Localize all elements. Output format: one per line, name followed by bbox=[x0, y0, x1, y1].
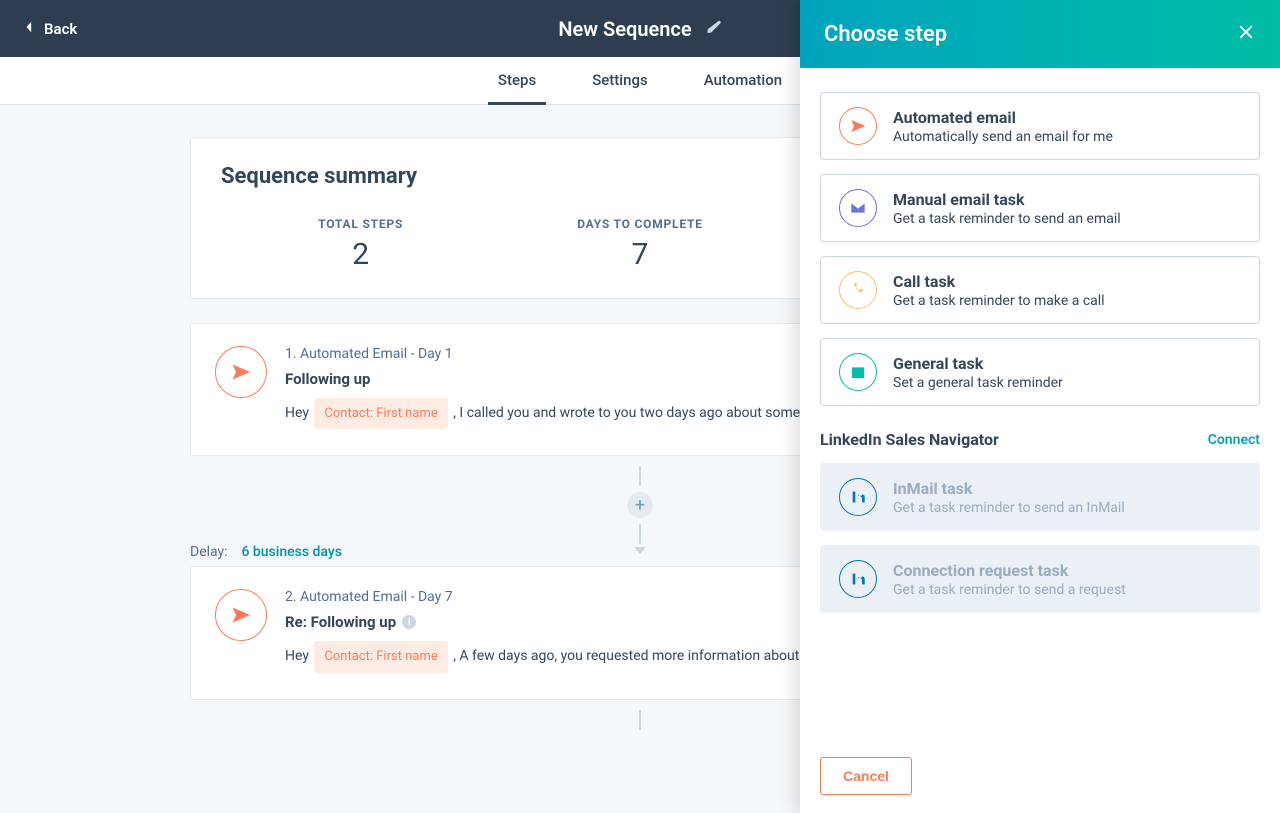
linkedin-icon bbox=[839, 560, 877, 598]
body-prefix: Hey bbox=[285, 648, 312, 664]
body-prefix: Hey bbox=[285, 405, 312, 421]
phone-icon bbox=[839, 271, 877, 309]
delay-prefix: Delay: bbox=[190, 544, 228, 560]
panel-title: Choose step bbox=[824, 22, 947, 47]
body-suffix: , A few days ago, you requested more inf… bbox=[453, 648, 799, 664]
pencil-icon[interactable] bbox=[706, 19, 722, 39]
option-desc: Set a general task reminder bbox=[893, 375, 1241, 391]
linkedin-section-title: LinkedIn Sales Navigator bbox=[820, 430, 999, 449]
delay-label: Delay: 6 business days bbox=[190, 544, 342, 560]
add-step-button[interactable]: + bbox=[627, 492, 653, 518]
send-icon bbox=[215, 346, 267, 398]
tab-automation[interactable]: Automation bbox=[676, 57, 810, 104]
stat-label: TOTAL STEPS bbox=[221, 217, 500, 231]
stat-label: DAYS TO COMPLETE bbox=[500, 217, 779, 231]
panel-footer: Cancel bbox=[800, 739, 1280, 813]
choose-step-panel: Choose step Automated email Automaticall… bbox=[800, 0, 1280, 813]
back-label: Back bbox=[44, 20, 77, 38]
stat-total-steps: TOTAL STEPS 2 bbox=[221, 217, 500, 272]
option-title: Automated email bbox=[893, 108, 1241, 127]
stat-value: 2 bbox=[221, 237, 500, 272]
close-button[interactable] bbox=[1236, 22, 1256, 46]
option-desc: Get a task reminder to send an InMail bbox=[893, 500, 1241, 516]
tab-steps[interactable]: Steps bbox=[470, 57, 564, 104]
calendar-icon bbox=[839, 353, 877, 391]
chevron-left-icon bbox=[22, 20, 36, 38]
tab-settings[interactable]: Settings bbox=[564, 57, 676, 104]
option-manual-email[interactable]: Manual email task Get a task reminder to… bbox=[820, 174, 1260, 242]
send-icon bbox=[839, 107, 877, 145]
connect-link[interactable]: Connect bbox=[1208, 432, 1260, 448]
linkedin-section-head: LinkedIn Sales Navigator Connect bbox=[820, 430, 1260, 449]
arrow-down-icon bbox=[632, 540, 648, 556]
option-text: Automated email Automatically send an em… bbox=[893, 108, 1241, 145]
contact-token: Contact: First name bbox=[314, 641, 447, 672]
option-general-task[interactable]: General task Set a general task reminder bbox=[820, 338, 1260, 406]
option-inmail-task: InMail task Get a task reminder to send … bbox=[820, 463, 1260, 531]
option-text: Manual email task Get a task reminder to… bbox=[893, 190, 1241, 227]
option-title: Connection request task bbox=[893, 561, 1241, 580]
option-text: InMail task Get a task reminder to send … bbox=[893, 479, 1241, 516]
option-call-task[interactable]: Call task Get a task reminder to make a … bbox=[820, 256, 1260, 324]
subject-text: Following up bbox=[285, 370, 370, 388]
option-title: InMail task bbox=[893, 479, 1241, 498]
send-icon bbox=[215, 589, 267, 641]
back-button[interactable]: Back bbox=[0, 20, 99, 38]
envelope-icon bbox=[839, 189, 877, 227]
option-title: General task bbox=[893, 354, 1241, 373]
option-text: General task Set a general task reminder bbox=[893, 354, 1241, 391]
option-text: Call task Get a task reminder to make a … bbox=[893, 272, 1241, 309]
contact-token: Contact: First name bbox=[314, 398, 447, 429]
option-text: Connection request task Get a task remin… bbox=[893, 561, 1241, 598]
option-desc: Get a task reminder to send a request bbox=[893, 582, 1241, 598]
panel-body: Automated email Automatically send an em… bbox=[800, 68, 1280, 739]
option-automated-email[interactable]: Automated email Automatically send an em… bbox=[820, 92, 1260, 160]
option-title: Call task bbox=[893, 272, 1241, 291]
panel-header: Choose step bbox=[800, 0, 1280, 68]
connector-line bbox=[639, 466, 641, 486]
stat-days: DAYS TO COMPLETE 7 bbox=[500, 217, 779, 272]
subject-text: Re: Following up bbox=[285, 613, 396, 631]
option-desc: Get a task reminder to make a call bbox=[893, 293, 1241, 309]
cancel-button[interactable]: Cancel bbox=[820, 757, 912, 795]
option-title: Manual email task bbox=[893, 190, 1241, 209]
option-connection-request: Connection request task Get a task remin… bbox=[820, 545, 1260, 613]
page-title: New Sequence bbox=[558, 17, 691, 41]
info-icon[interactable]: i bbox=[402, 615, 416, 629]
title-wrap: New Sequence bbox=[558, 17, 721, 41]
body-suffix: , I called you and wrote to you two days… bbox=[453, 405, 800, 421]
delay-value[interactable]: 6 business days bbox=[241, 544, 341, 560]
connector-line bbox=[639, 710, 641, 730]
stat-value: 7 bbox=[500, 237, 779, 272]
option-desc: Automatically send an email for me bbox=[893, 129, 1241, 145]
linkedin-icon bbox=[839, 478, 877, 516]
option-desc: Get a task reminder to send an email bbox=[893, 211, 1241, 227]
